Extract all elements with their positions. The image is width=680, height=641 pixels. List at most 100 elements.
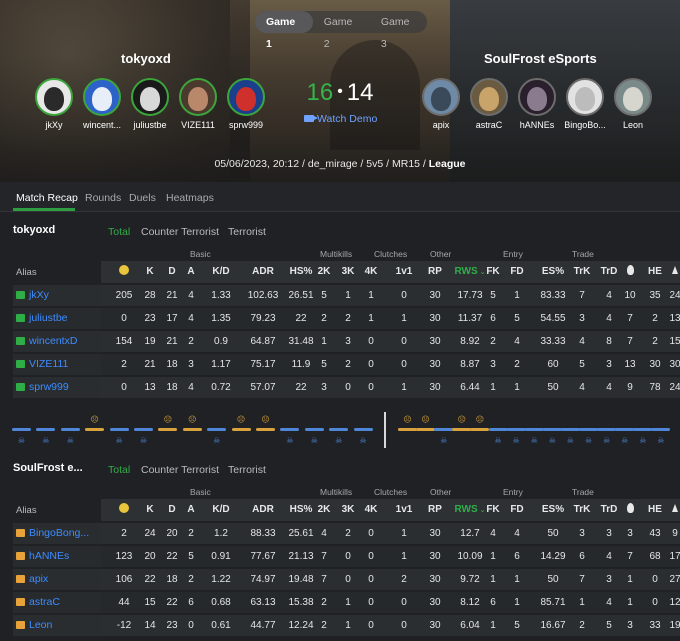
column-header-2k[interactable]: 2K bbox=[313, 261, 335, 283]
round-bar[interactable] bbox=[615, 428, 635, 431]
column-header-kd[interactable]: K/D bbox=[207, 261, 235, 283]
column-header-smiley[interactable] bbox=[115, 261, 133, 283]
player-card[interactable]: hANNEs bbox=[514, 78, 560, 130]
table-row[interactable]: sprw999 0 13 18 4 0.72 57.07 22 3 0 0 1 30 6.44 1 1 50 4 4… bbox=[13, 377, 680, 398]
player-alias[interactable]: apix bbox=[13, 569, 101, 590]
column-header-trd[interactable]: TrD bbox=[597, 261, 621, 283]
column-header-arrow[interactable] bbox=[668, 499, 680, 521]
player-card[interactable]: sprw999 bbox=[223, 78, 269, 130]
player-card[interactable]: apix bbox=[418, 78, 464, 130]
round-bar[interactable] bbox=[256, 428, 275, 431]
round-bar[interactable] bbox=[85, 428, 105, 431]
table-row[interactable]: VIZE111 2 21 18 3 1.17 75.17 11.9 5 2 0 0 30 8.87 3 2 60… bbox=[13, 354, 680, 375]
column-header-a[interactable]: A bbox=[182, 499, 200, 521]
table-row[interactable]: BingoBong... 2 24 20 2 1.2 88.33 25.61 4 2 0 1 30 12.… bbox=[13, 523, 680, 544]
column-header-smiley[interactable] bbox=[115, 499, 133, 521]
round-bar[interactable] bbox=[398, 428, 417, 431]
column-header-arrow[interactable] bbox=[668, 261, 680, 283]
column-header-1v1[interactable]: 1v1 bbox=[391, 261, 417, 283]
column-header-fd[interactable]: FD bbox=[506, 499, 528, 521]
tab-game-3[interactable]: Game 3 bbox=[370, 11, 427, 50]
column-header-fd[interactable]: FD bbox=[506, 261, 528, 283]
table-row[interactable]: apix 106 22 18 2 1.22 74.97 19.48 7 0 0 2 30 9.72 1 1 50… bbox=[13, 569, 680, 590]
player-name[interactable]: jkXy bbox=[31, 120, 77, 130]
avatar[interactable] bbox=[422, 78, 460, 116]
column-header-trd[interactable]: TrD bbox=[597, 499, 621, 521]
player-alias[interactable]: juliustbe bbox=[13, 308, 101, 329]
player-card[interactable]: VIZE111 bbox=[175, 78, 221, 130]
player-card[interactable]: jkXy bbox=[31, 78, 77, 130]
tab-terrorist[interactable]: Terrorist bbox=[228, 464, 266, 476]
round-bar[interactable] bbox=[470, 428, 490, 431]
avatar[interactable] bbox=[83, 78, 121, 116]
column-header-adr[interactable]: ADR bbox=[243, 499, 283, 521]
tab-counter-terrorist[interactable]: Counter Terrorist bbox=[141, 464, 219, 476]
player-alias[interactable]: Leon bbox=[13, 615, 101, 636]
table-row[interactable]: astraC 44 15 22 6 0.68 63.13 15.38 2 1 0 0 30 8.12 6 1 8… bbox=[13, 592, 680, 613]
column-header-trk[interactable]: TrK bbox=[569, 261, 595, 283]
column-header-rp[interactable]: RP bbox=[423, 261, 447, 283]
column-header-rp[interactable]: RP bbox=[423, 499, 447, 521]
column-header-adr[interactable]: ADR bbox=[243, 261, 283, 283]
round-bar[interactable] bbox=[304, 428, 324, 431]
round-bar[interactable] bbox=[231, 428, 251, 431]
round-bar[interactable] bbox=[109, 428, 129, 431]
player-card[interactable]: juliustbe bbox=[127, 78, 173, 130]
player-alias[interactable]: wincentxD bbox=[13, 331, 101, 352]
column-header-4k[interactable]: 4K bbox=[360, 261, 382, 283]
round-bar[interactable] bbox=[353, 428, 373, 431]
player-card[interactable]: astraC bbox=[466, 78, 512, 130]
avatar[interactable] bbox=[35, 78, 73, 116]
tab-terrorist[interactable]: Terrorist bbox=[228, 226, 266, 238]
column-header-4k[interactable]: 4K bbox=[360, 499, 382, 521]
avatar[interactable] bbox=[518, 78, 556, 116]
column-header-k[interactable]: K bbox=[139, 499, 161, 521]
round-bar[interactable] bbox=[524, 428, 544, 431]
table-row[interactable]: hANNEs 123 20 22 5 0.91 77.67 21.13 7 0 0 1 30 10.09 1… bbox=[13, 546, 680, 567]
round-bar[interactable] bbox=[579, 428, 598, 431]
player-name[interactable]: wincent... bbox=[79, 120, 125, 130]
column-header-3k[interactable]: 3K bbox=[337, 499, 359, 521]
column-header-fk[interactable]: FK bbox=[482, 261, 504, 283]
column-header-kd[interactable]: K/D bbox=[207, 499, 235, 521]
column-header-d[interactable]: D bbox=[162, 499, 182, 521]
player-name[interactable]: BingoBo... bbox=[562, 120, 608, 130]
column-header-he[interactable]: HE bbox=[644, 261, 666, 283]
round-bar[interactable] bbox=[597, 428, 617, 431]
player-name[interactable]: sprw999 bbox=[223, 120, 269, 130]
round-bar[interactable] bbox=[134, 428, 153, 431]
watch-demo-link[interactable]: Watch Demo bbox=[304, 113, 377, 125]
round-bar[interactable] bbox=[651, 428, 671, 431]
round-bar[interactable] bbox=[434, 428, 454, 431]
tab-rounds[interactable]: Rounds bbox=[85, 192, 121, 204]
player-name[interactable]: astraC bbox=[466, 120, 512, 130]
table-row[interactable]: wincentxD 154 19 21 2 0.9 64.87 31.48 1 3 0 0 30 8.92… bbox=[13, 331, 680, 352]
table-row[interactable]: juliustbe 0 23 17 4 1.35 79.23 22 2 2 1 1 30 11.37 6 5 5… bbox=[13, 308, 680, 329]
tab-heatmaps[interactable]: Heatmaps bbox=[166, 192, 214, 204]
column-header-es[interactable]: ES% bbox=[536, 499, 570, 521]
player-name[interactable]: VIZE111 bbox=[175, 120, 221, 130]
round-bar[interactable] bbox=[329, 428, 349, 431]
column-header-fk[interactable]: FK bbox=[482, 499, 504, 521]
avatar[interactable] bbox=[131, 78, 169, 116]
tab-match-recap[interactable]: Match Recap bbox=[16, 192, 78, 204]
player-alias[interactable]: hANNEs bbox=[13, 546, 101, 567]
round-bar[interactable] bbox=[280, 428, 300, 431]
player-card[interactable]: BingoBo... bbox=[562, 78, 608, 130]
table-row[interactable]: jkXy 205 28 21 4 1.33 102.63 26.51 5 1 1 0 30 17.73 5 1… bbox=[13, 285, 680, 306]
round-bar[interactable] bbox=[416, 428, 436, 431]
avatar[interactable] bbox=[566, 78, 604, 116]
round-bar[interactable] bbox=[633, 428, 653, 431]
round-bar[interactable] bbox=[488, 428, 508, 431]
tab-total[interactable]: Total bbox=[108, 226, 130, 238]
tab-game-1[interactable]: Game 1 bbox=[255, 11, 313, 50]
round-bar[interactable] bbox=[12, 428, 31, 431]
player-name[interactable]: apix bbox=[418, 120, 464, 130]
tab-game-2[interactable]: Game 2 bbox=[313, 11, 370, 50]
avatar[interactable] bbox=[614, 78, 652, 116]
tab-counter-terrorist[interactable]: Counter Terrorist bbox=[141, 226, 219, 238]
round-bar[interactable] bbox=[158, 428, 178, 431]
player-card[interactable]: Leon bbox=[610, 78, 656, 130]
round-bar[interactable] bbox=[452, 428, 472, 431]
column-header-flame[interactable] bbox=[620, 499, 640, 521]
